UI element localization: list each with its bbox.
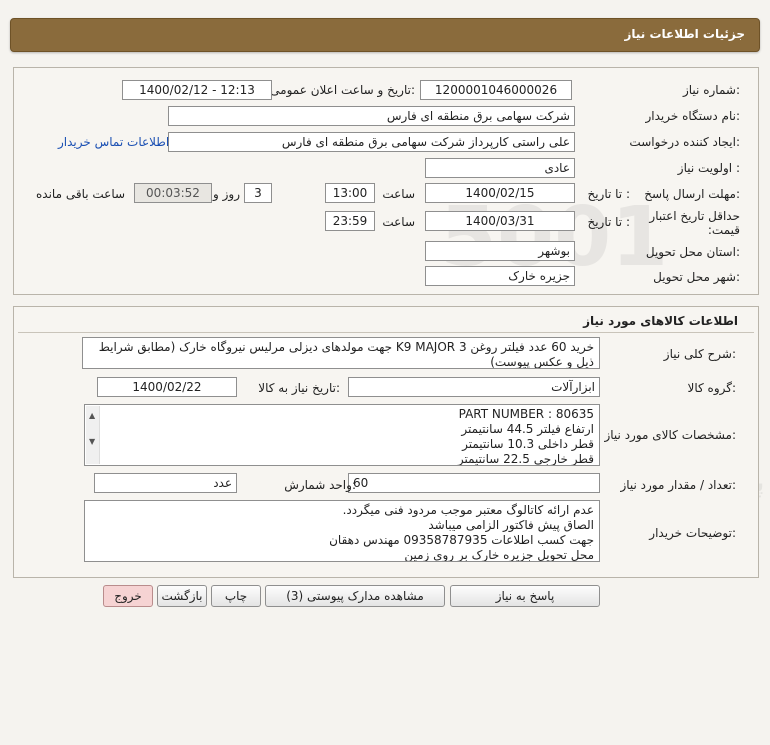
spec-line: ارتفاع فیلتر 44.5 سانتیمتر <box>461 422 594 436</box>
scroll-down-icon[interactable]: ▼ <box>89 434 95 449</box>
priority-label: اولویت نیاز : <box>677 161 740 175</box>
province-field: بوشهر <box>425 241 575 261</box>
buyer-contact-link[interactable]: اطلاعات تماس خریدار <box>58 135 169 149</box>
qty-field: 60 <box>348 473 600 493</box>
announce-field: 1400/02/12 - 12:13 <box>122 80 272 100</box>
note-line: الصاق پیش فاکتور الزامی میباشد <box>428 518 594 532</box>
note-line: جهت کسب اطلاعات 09358787935 مهندس دهقان <box>329 533 594 547</box>
buyer-org-label: نام دستگاه خریدار: <box>645 109 741 123</box>
qty-label: تعداد / مقدار مورد نیاز: <box>620 478 736 492</box>
days-label: روز و <box>213 187 240 201</box>
specs-scrollbar[interactable]: ▲ ▼ <box>86 406 100 464</box>
notes-field: عدم ارائه کاتالوگ معتبر موجب مردود فنی م… <box>84 500 600 562</box>
city-field: جزیره خارک <box>425 266 575 286</box>
need-info-panel <box>13 67 759 295</box>
unit-label: واحد شمارش: <box>284 478 356 492</box>
need-number-field: 1200001046000026 <box>420 80 572 100</box>
goods-section-title: اطلاعات کالاهای مورد نیاز <box>583 314 738 328</box>
reply-button[interactable]: پاسخ به نیاز <box>450 585 600 607</box>
spec-line: PART NUMBER : 80635 <box>458 407 594 421</box>
validity-to-date-label: تا تاریخ : <box>587 215 630 229</box>
unit-field: عدد <box>94 473 237 493</box>
send-date-field: 1400/02/15 <box>425 183 575 203</box>
summary-field: خرید 60 عدد فیلتر روغن K9 MAJOR 3 جهت مو… <box>82 337 600 369</box>
back-button[interactable]: بازگشت <box>157 585 207 607</box>
attachments-button[interactable]: مشاهده مدارک پیوستی (3) <box>265 585 445 607</box>
send-deadline-label: مهلت ارسال پاسخ: <box>644 187 740 201</box>
validity-time-label: ساعت <box>382 215 415 229</box>
requester-field: علی راستی کارپرداز شرکت سهامی برق منطقه … <box>168 132 575 152</box>
goods-section-divider <box>18 332 754 333</box>
page-title: جزئیات اطلاعات نیاز <box>624 27 745 41</box>
spec-line: قطر داخلی 10.3 سانتیمتر <box>462 437 594 451</box>
note-line: محل تحویل جزیره خارک بر روی زمین <box>404 548 594 562</box>
specs-label: مشخصات کالای مورد نیاز: <box>604 428 736 442</box>
send-time-label: ساعت <box>382 187 415 201</box>
scroll-up-icon[interactable]: ▲ <box>89 408 95 423</box>
goods-group-field: ابزارآلات <box>348 377 600 397</box>
page-header: جزئیات اطلاعات نیاز <box>10 18 760 52</box>
summary-label: شرح کلی نیاز: <box>663 347 736 361</box>
spec-line: قطر خارجی 22.5 سانتیمتر <box>457 452 594 466</box>
priority-field: عادی <box>425 158 575 178</box>
buyer-org-field: شرکت سهامی برق منطقه ای فارس <box>168 106 575 126</box>
requester-label: ایجاد کننده درخواست: <box>629 135 740 149</box>
send-time-field: 13:00 <box>325 183 375 203</box>
specs-field[interactable]: ▲ ▼ PART NUMBER : 80635 ارتفاع فیلتر 44.… <box>84 404 600 466</box>
need-date-label: تاریخ نیاز به کالا: <box>258 381 340 395</box>
goods-group-label: گروه کالا: <box>687 381 737 395</box>
validity-label: حداقل تاریخ اعتبار قیمت: <box>649 209 740 237</box>
note-line: عدم ارائه کاتالوگ معتبر موجب مردود فنی م… <box>342 503 594 517</box>
need-number-label: شماره نیاز: <box>682 83 740 97</box>
notes-label: توضیحات خریدار: <box>649 526 736 540</box>
validity-time-field: 23:59 <box>325 211 375 231</box>
send-to-date-label: تا تاریخ : <box>587 187 630 201</box>
remaining-label: ساعت باقی مانده <box>36 187 126 201</box>
remaining-time-field: 00:03:52 <box>134 183 212 203</box>
province-label: استان محل تحویل: <box>645 245 740 259</box>
validity-date-field: 1400/03/31 <box>425 211 575 231</box>
exit-button[interactable]: خروج <box>103 585 153 607</box>
print-button[interactable]: چاپ <box>211 585 261 607</box>
city-label: شهر محل تحویل: <box>653 270 740 284</box>
need-date-field: 1400/02/22 <box>97 377 237 397</box>
days-field: 3 <box>244 183 272 203</box>
announce-label: تاریخ و ساعت اعلان عمومی: <box>270 83 415 97</box>
